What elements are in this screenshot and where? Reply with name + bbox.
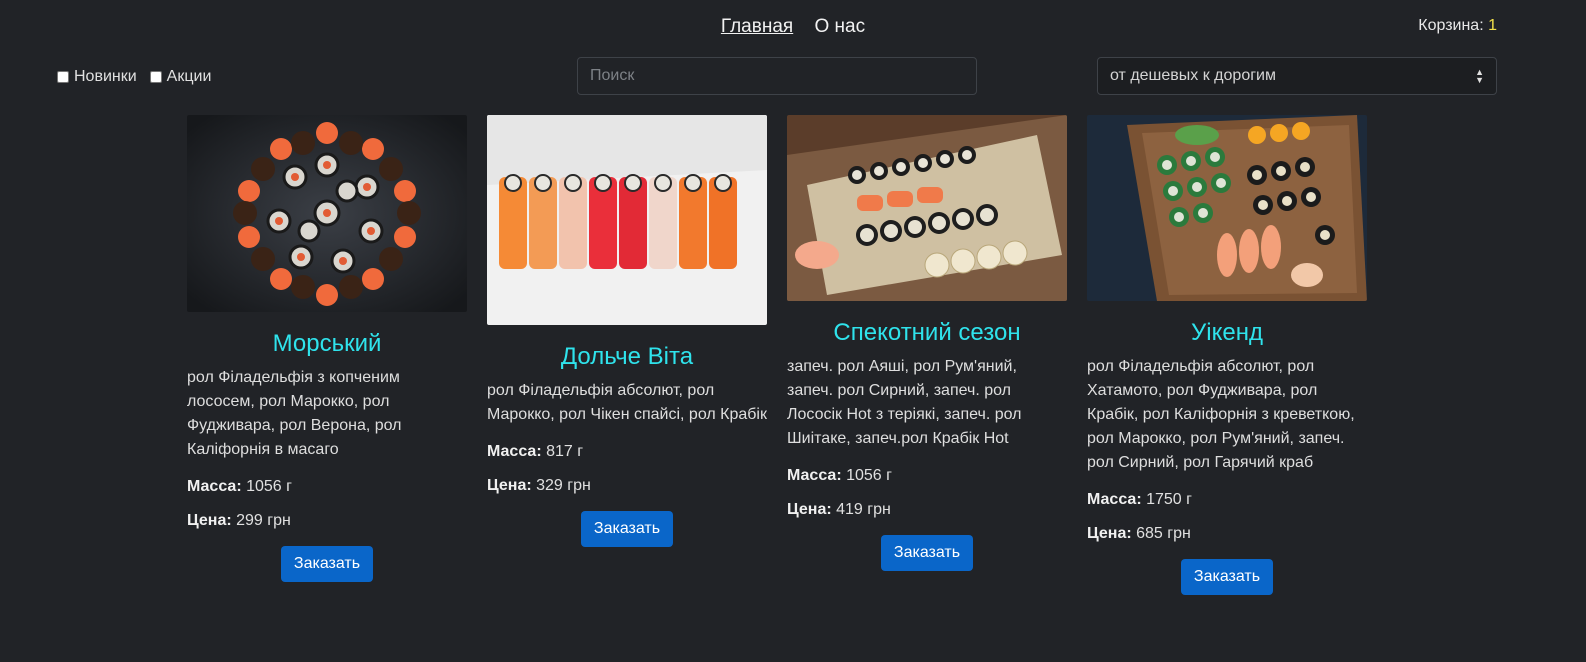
nav-link-home[interactable]: Главная [721, 16, 793, 37]
product-title: Уікенд [1191, 319, 1263, 346]
order-button[interactable]: Заказать [280, 546, 374, 582]
order-button[interactable]: Заказать [580, 511, 674, 547]
sort-select[interactable]: от дешевых к дорогим ▲ ▼ [1097, 57, 1497, 95]
cart-link[interactable]: Корзина: 1 [1418, 17, 1497, 35]
filter-sale-label: Акции [166, 68, 212, 85]
price-value: 685 грн [1136, 525, 1191, 542]
top-nav: Главная О нас [0, 16, 1586, 38]
product-card: Морський рол Філадельфія з копченим лосо… [187, 115, 467, 582]
mass-label: Масса: [487, 443, 542, 460]
product-title: Дольче Віта [560, 343, 694, 370]
product-description: запеч. рол Аяші, рол Рум'яний, запеч. ро… [787, 358, 1022, 447]
sort-selected-value: от дешевых к дорогим [1110, 67, 1276, 84]
product-mass: Масса: 1750 г [1087, 491, 1367, 509]
mass-value: 1056 г [246, 478, 292, 495]
product-price: Цена: 419 грн [787, 501, 1067, 519]
search-input[interactable] [577, 57, 977, 95]
cart-label: Корзина: [1418, 17, 1489, 34]
product-description: рол Філадельфія з копченим лососем, рол … [187, 369, 402, 458]
price-value: 329 грн [536, 477, 591, 494]
product-price: Цена: 299 грн [187, 512, 467, 530]
product-title: Морський [272, 330, 382, 357]
price-label: Цена: [1087, 525, 1132, 542]
order-button[interactable]: Заказать [880, 535, 974, 571]
product-mass: Масса: 1056 г [787, 467, 1067, 485]
product-card: Спекотний сезон запеч. рол Аяші, рол Рум… [787, 115, 1067, 571]
filters: Новинки Акции [57, 68, 224, 86]
product-price: Цена: 685 грн [1087, 525, 1367, 543]
mass-label: Масса: [1087, 491, 1142, 508]
mass-label: Масса: [787, 467, 842, 484]
product-image [187, 115, 467, 312]
product-price: Цена: 329 грн [487, 477, 767, 495]
price-label: Цена: [787, 501, 832, 518]
price-value: 299 грн [236, 512, 291, 529]
nav-link-about[interactable]: О нас [814, 16, 865, 37]
price-value: 419 грн [836, 501, 891, 518]
filter-new[interactable]: Новинки [57, 68, 137, 86]
filter-new-label: Новинки [74, 68, 137, 85]
product-card: Уікенд рол Філадельфія абсолют, рол Хата… [1087, 115, 1367, 595]
cart-count: 1 [1488, 17, 1497, 34]
order-button[interactable]: Заказать [1180, 559, 1274, 595]
product-mass: Масса: 817 г [487, 443, 767, 461]
mass-value: 1750 г [1146, 491, 1192, 508]
checkbox-new[interactable] [57, 71, 69, 83]
product-title: Спекотний сезон [833, 319, 1021, 346]
product-image [787, 115, 1067, 301]
product-mass: Масса: 1056 г [187, 478, 467, 496]
mass-label: Масса: [187, 478, 242, 495]
filter-sale[interactable]: Акции [149, 68, 212, 86]
product-card: Дольче Віта рол Філадельфія абсолют, рол… [487, 115, 767, 547]
product-image [1087, 115, 1367, 301]
product-description: рол Філадельфія абсолют, рол Хатамото, р… [1087, 358, 1355, 471]
mass-value: 817 г [546, 443, 584, 460]
price-label: Цена: [187, 512, 232, 529]
product-image [487, 115, 767, 325]
checkbox-sale[interactable] [149, 71, 162, 83]
select-arrows-icon: ▲ ▼ [1475, 67, 1484, 85]
price-label: Цена: [487, 477, 532, 494]
mass-value: 1056 г [846, 467, 892, 484]
product-description: рол Філадельфія абсолют, рол Марокко, ро… [487, 382, 767, 423]
